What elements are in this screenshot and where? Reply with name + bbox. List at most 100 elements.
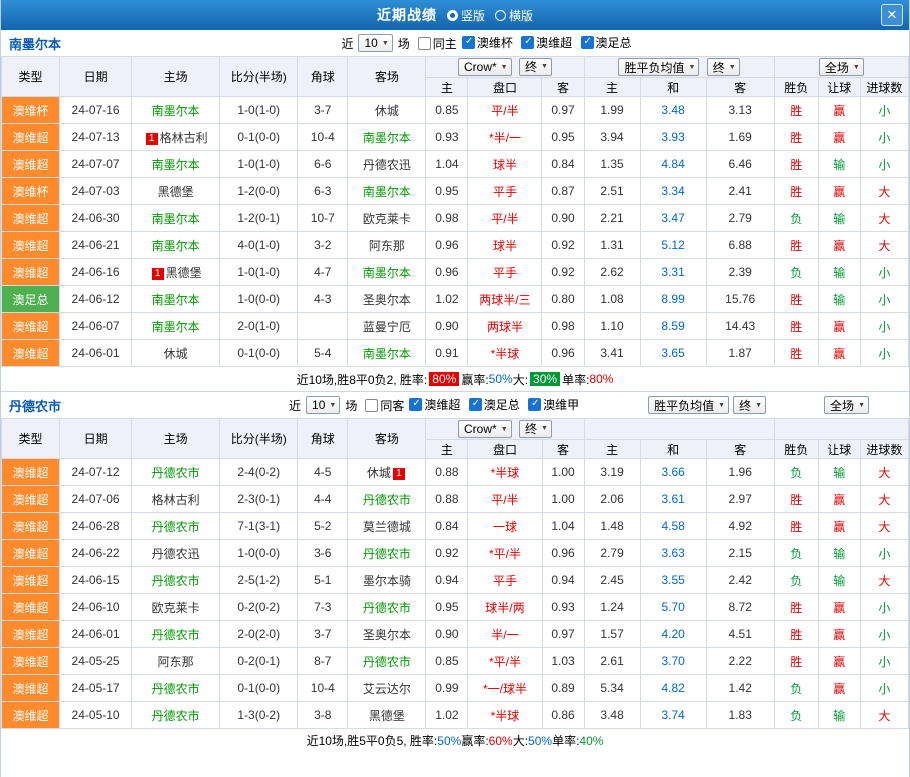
layout-radio-horizontal-label[interactable]: 横版 bbox=[509, 7, 533, 24]
avg-odds-select[interactable]: 胜平负均值▼ bbox=[618, 58, 699, 76]
layout-radio-vertical-label[interactable]: 竖版 bbox=[461, 7, 485, 24]
away-team-name: 阿东那 bbox=[369, 239, 405, 253]
avg-home: 3.48 bbox=[584, 702, 640, 729]
result-wdl: 胜 bbox=[774, 648, 818, 675]
near-count-value: 10 bbox=[312, 398, 325, 412]
league-filter[interactable]: 澳维超 bbox=[521, 34, 572, 51]
avg-away: 8.72 bbox=[706, 594, 774, 621]
section-south-melbourne: 南墨尔本 近 10▼ 场 同主 澳维杯 澳维超 澳足总 bbox=[1, 30, 909, 392]
home-team: 丹德农市 bbox=[132, 513, 220, 540]
col-away: 客场 bbox=[348, 419, 426, 459]
result-handicap: 赢 bbox=[818, 232, 860, 259]
col-score: 比分(半场) bbox=[220, 57, 298, 97]
odds-provider-select[interactable]: Crow*▼ bbox=[458, 58, 512, 76]
col-odds-away: 客 bbox=[542, 78, 584, 97]
league-filter[interactable]: 澳足总 bbox=[581, 34, 632, 51]
league-badge: 澳维超 bbox=[2, 567, 60, 594]
fulltime-scope-select[interactable]: 全场▼ bbox=[819, 58, 864, 76]
league-filter-label: 澳足总 bbox=[596, 34, 632, 51]
league-filter[interactable]: 澳维甲 bbox=[528, 396, 579, 413]
score: 0-2(0-1) bbox=[220, 648, 298, 675]
handicap-line: *一/球半 bbox=[468, 675, 542, 702]
league-filter[interactable]: 澳足总 bbox=[469, 396, 520, 413]
avg-draw: 8.99 bbox=[640, 286, 706, 313]
result-handicap: 赢 bbox=[818, 513, 860, 540]
avg-home: 1.08 bbox=[584, 286, 640, 313]
home-team: 南墨尔本 bbox=[132, 232, 220, 259]
home-team: 黑德堡 bbox=[132, 178, 220, 205]
same-home-checkbox[interactable] bbox=[418, 37, 431, 50]
league-checkbox[interactable] bbox=[462, 36, 475, 49]
away-team-name: 休城 bbox=[367, 466, 391, 480]
league-filter[interactable]: 澳维杯 bbox=[462, 34, 513, 51]
handicap-line: 平/半 bbox=[468, 97, 542, 124]
odds-away: 0.97 bbox=[542, 97, 584, 124]
team-title: 南墨尔本 bbox=[1, 34, 61, 53]
near-count-select[interactable]: 10 ▼ bbox=[306, 396, 340, 414]
result-goals: 小 bbox=[860, 124, 908, 151]
handicap-line: *半球 bbox=[468, 340, 542, 367]
avg-away: 2.79 bbox=[706, 205, 774, 232]
avg-draw: 3.31 bbox=[640, 259, 706, 286]
same-home-filter[interactable]: 同主 bbox=[418, 35, 457, 52]
corners: 3-8 bbox=[298, 702, 348, 729]
league-badge: 澳维超 bbox=[2, 675, 60, 702]
corners: 4-5 bbox=[298, 459, 348, 486]
odds-time-select[interactable]: 终▼ bbox=[519, 58, 552, 76]
odds-time-select[interactable]: 终▼ bbox=[519, 420, 552, 438]
league-filter[interactable]: 澳维超 bbox=[409, 396, 460, 413]
chevron-down-icon: ▼ bbox=[329, 402, 336, 409]
home-team-name: 丹德农市 bbox=[152, 682, 200, 696]
odds-provider-select[interactable]: Crow*▼ bbox=[458, 420, 512, 438]
avg-draw: 4.20 bbox=[640, 621, 706, 648]
home-team: 丹德农市 bbox=[132, 621, 220, 648]
fulltime-scope-value: 全场 bbox=[825, 59, 849, 76]
near-label: 近 bbox=[289, 397, 301, 414]
away-team: 南墨尔本 bbox=[348, 178, 426, 205]
close-button[interactable]: ✕ bbox=[881, 4, 903, 26]
league-checkbox[interactable] bbox=[521, 36, 534, 49]
near-count-select[interactable]: 10▼ bbox=[358, 34, 392, 52]
games-label: 场 bbox=[345, 397, 357, 414]
avg-time-select[interactable]: 终▼ bbox=[733, 396, 766, 414]
league-badge: 澳维超 bbox=[2, 648, 60, 675]
avg-odds-select[interactable]: 胜平负均值▼ bbox=[648, 396, 729, 414]
corners bbox=[298, 313, 348, 340]
odds-home: 0.85 bbox=[426, 648, 468, 675]
handicap-line: 平手 bbox=[468, 178, 542, 205]
avg-away: 1.42 bbox=[706, 675, 774, 702]
result-goals: 大 bbox=[860, 702, 908, 729]
odds-home: 0.95 bbox=[426, 594, 468, 621]
league-checkbox[interactable] bbox=[469, 398, 482, 411]
same-away-checkbox[interactable] bbox=[365, 399, 378, 412]
home-team: 丹德农迅 bbox=[132, 540, 220, 567]
col-home: 主场 bbox=[132, 57, 220, 97]
col-avg-home: 主 bbox=[584, 440, 640, 459]
same-away-filter[interactable]: 同客 bbox=[365, 397, 404, 414]
layout-radio-vertical[interactable] bbox=[447, 10, 458, 21]
layout-radio-horizontal[interactable] bbox=[495, 10, 506, 21]
away-team: 丹德农市 bbox=[348, 540, 426, 567]
section-dandenong-city: 丹德农市 近 10 ▼ 场 同客 澳维超 澳足总 澳维甲 胜平负均值▼ bbox=[1, 392, 909, 752]
avg-draw: 3.70 bbox=[640, 648, 706, 675]
match-date: 24-06-07 bbox=[60, 313, 132, 340]
dialog-title: 近期战绩 bbox=[377, 5, 437, 25]
result-goals: 大 bbox=[860, 459, 908, 486]
league-checkbox[interactable] bbox=[581, 36, 594, 49]
away-team: 黑德堡 bbox=[348, 702, 426, 729]
league-checkbox[interactable] bbox=[409, 398, 422, 411]
fulltime-scope-select[interactable]: 全场▼ bbox=[824, 396, 869, 414]
away-team: 墨尔本骑 bbox=[348, 567, 426, 594]
result-handicap: 赢 bbox=[818, 97, 860, 124]
odds-home: 0.96 bbox=[426, 232, 468, 259]
avg-away: 1.69 bbox=[706, 124, 774, 151]
league-checkbox[interactable] bbox=[528, 398, 541, 411]
avg-time-select[interactable]: 终▼ bbox=[707, 58, 740, 76]
col-hcp-result: 让球 bbox=[818, 440, 860, 459]
result-goals: 大 bbox=[860, 178, 908, 205]
match-row: 澳维超 24-06-16 1黑德堡 1-0(1-0) 4-7 南墨尔本 0.96… bbox=[2, 259, 909, 286]
odds-away: 0.95 bbox=[542, 124, 584, 151]
league-badge: 澳维超 bbox=[2, 232, 60, 259]
result-goals: 小 bbox=[860, 313, 908, 340]
match-date: 24-06-28 bbox=[60, 513, 132, 540]
